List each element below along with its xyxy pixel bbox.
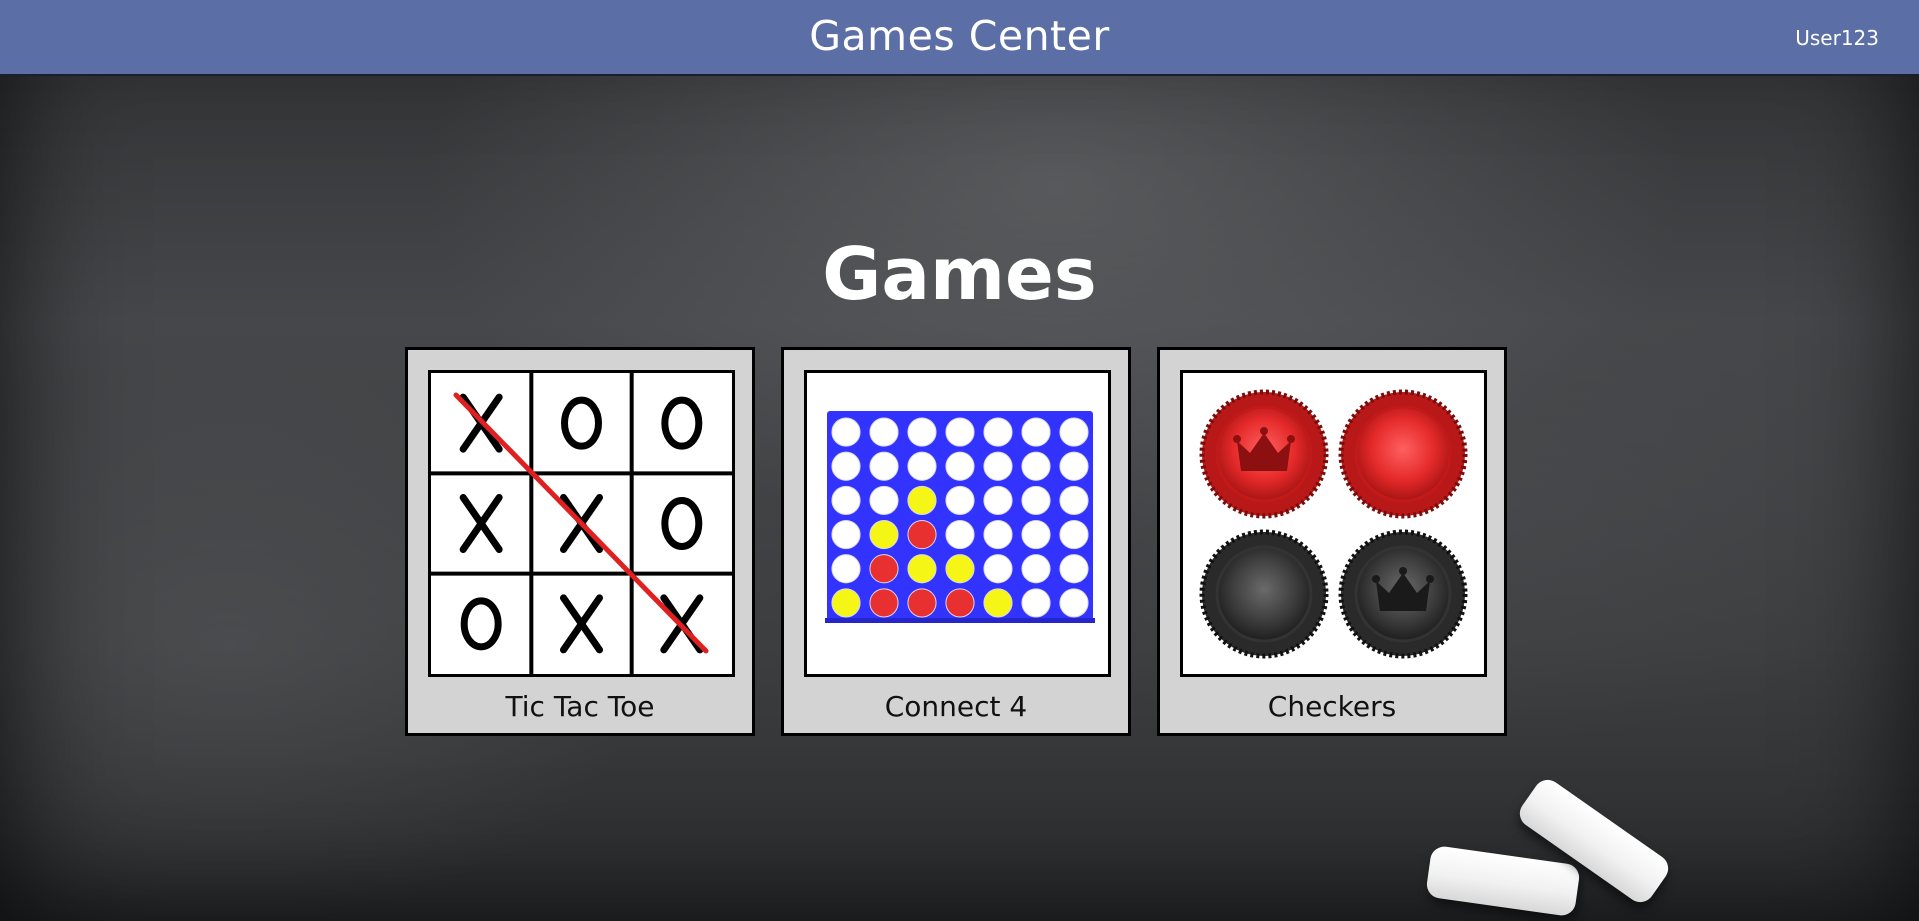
empty-slot <box>983 485 1013 515</box>
empty-slot <box>1059 451 1089 481</box>
empty-slot <box>1021 520 1051 550</box>
empty-slot <box>831 485 861 515</box>
empty-slot <box>1021 451 1051 481</box>
red-disc <box>945 588 975 618</box>
red-disc <box>869 554 899 584</box>
top-bar: Games Center User123 <box>0 0 1919 76</box>
tic-tac-toe-board <box>431 373 732 674</box>
yellow-disc <box>907 485 937 515</box>
empty-slot <box>945 520 975 550</box>
game-label: Connect 4 <box>884 690 1028 723</box>
red-piece-icon <box>1338 389 1468 519</box>
game-card-checkers[interactable]: Checkers <box>1157 347 1507 736</box>
empty-slot <box>1059 520 1089 550</box>
empty-slot <box>983 451 1013 481</box>
checkers-pieces-icon <box>1180 370 1487 677</box>
red-disc <box>907 520 937 550</box>
user-name[interactable]: User123 <box>1795 26 1879 50</box>
red-disc <box>907 588 937 618</box>
connect-four-board-icon <box>804 370 1111 677</box>
empty-slot <box>1021 485 1051 515</box>
o-mark-icon <box>561 396 602 450</box>
yellow-disc <box>945 554 975 584</box>
empty-slot <box>945 417 975 447</box>
empty-slot <box>869 451 899 481</box>
yellow-disc <box>907 554 937 584</box>
game-card-connect-4[interactable]: Connect 4 <box>781 347 1131 736</box>
app-title: Games Center <box>809 12 1110 60</box>
empty-slot <box>1059 554 1089 584</box>
empty-slot <box>1059 588 1089 618</box>
empty-slot <box>831 417 861 447</box>
empty-slot <box>983 417 1013 447</box>
x-mark-icon <box>560 594 603 654</box>
o-mark-icon <box>460 597 502 651</box>
empty-slot <box>1059 485 1089 515</box>
game-label: Tic Tac Toe <box>505 690 655 723</box>
connect-four-base <box>825 618 1095 623</box>
x-mark-icon <box>459 494 503 553</box>
empty-slot <box>1021 588 1051 618</box>
red-king-piece-icon <box>1199 389 1329 519</box>
empty-slot <box>945 451 975 481</box>
yellow-disc <box>869 520 899 550</box>
yellow-disc <box>983 588 1013 618</box>
empty-slot <box>983 520 1013 550</box>
empty-slot <box>1059 417 1089 447</box>
red-disc <box>869 588 899 618</box>
empty-slot <box>831 451 861 481</box>
empty-slot <box>1021 554 1051 584</box>
tic-tac-toe-board-icon <box>428 370 735 677</box>
o-mark-icon <box>661 497 703 550</box>
o-mark-icon <box>661 396 703 450</box>
empty-slot <box>869 485 899 515</box>
empty-slot <box>907 451 937 481</box>
yellow-disc <box>831 588 861 618</box>
empty-slot <box>831 520 861 550</box>
black-king-piece-icon <box>1338 529 1468 659</box>
games-heading: Games <box>822 232 1097 316</box>
connect-four-board <box>825 411 1095 623</box>
checkers-pieces <box>1199 389 1468 659</box>
game-label: Checkers <box>1267 690 1397 723</box>
game-card-tic-tac-toe[interactable]: Tic Tac Toe <box>405 347 755 736</box>
black-piece-icon <box>1199 529 1329 659</box>
empty-slot <box>869 417 899 447</box>
empty-slot <box>907 417 937 447</box>
empty-slot <box>1021 417 1051 447</box>
empty-slot <box>983 554 1013 584</box>
empty-slot <box>945 485 975 515</box>
empty-slot <box>831 554 861 584</box>
